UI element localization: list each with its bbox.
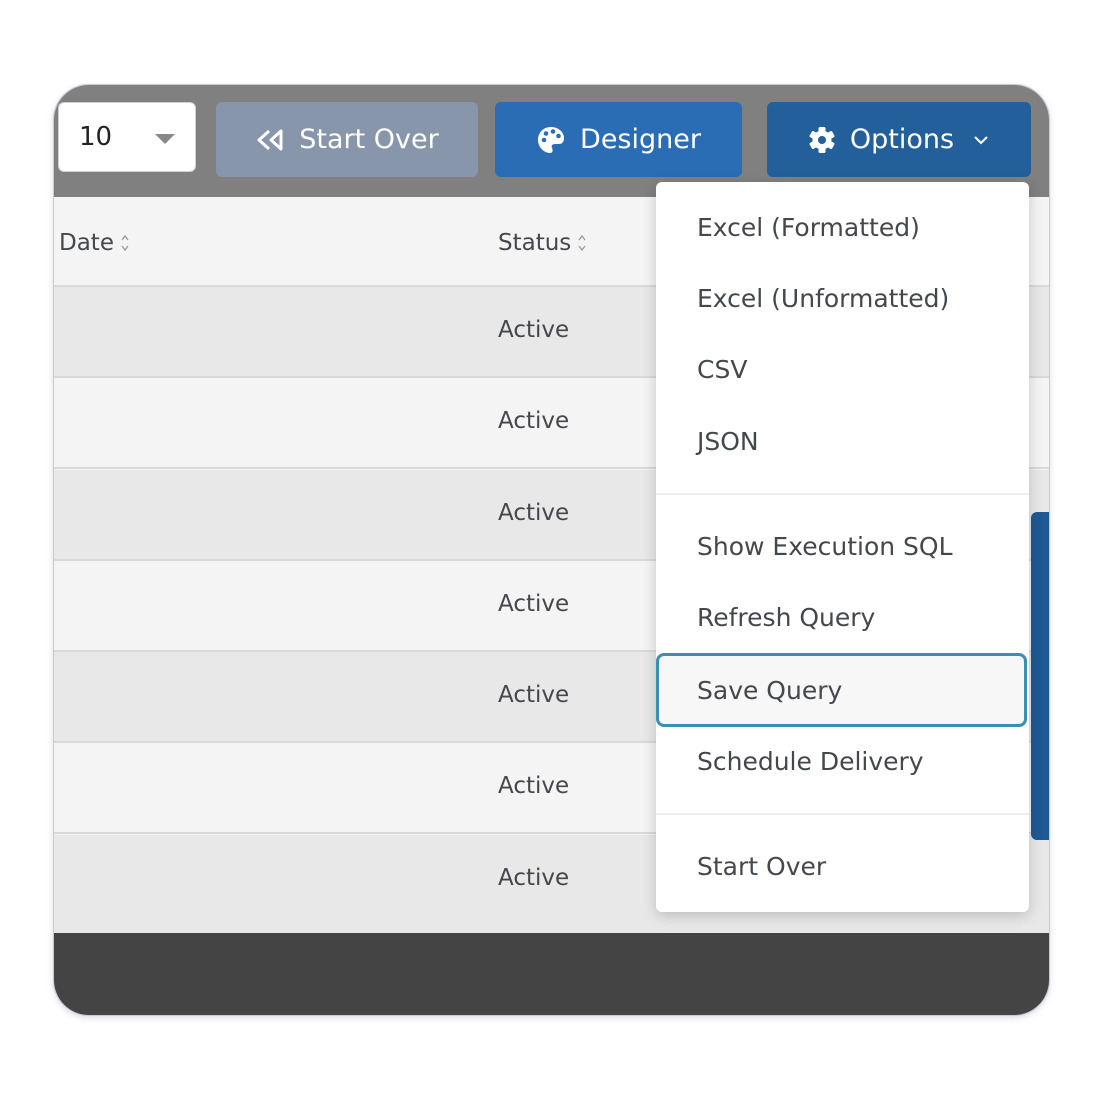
start-over-label: Start Over	[299, 124, 439, 155]
menu-divider	[656, 813, 1029, 815]
status-cell: Active	[498, 500, 570, 526]
designer-label: Designer	[580, 124, 701, 155]
menu-item-excel-unformatted[interactable]: Excel (Unformatted)	[656, 263, 1029, 334]
menu-item-start-over[interactable]: Start Over	[656, 831, 1029, 902]
status-cell: Active	[498, 317, 570, 343]
menu-item-save-query[interactable]: Save Query	[656, 653, 1027, 727]
options-menu: Excel (Formatted) Excel (Unformatted) CS…	[656, 182, 1029, 912]
menu-item-show-execution-sql[interactable]: Show Execution SQL	[656, 511, 1029, 582]
start-over-button[interactable]: Start Over	[216, 102, 478, 177]
column-header-date[interactable]: Date	[59, 230, 130, 256]
chevron-down-icon	[974, 135, 988, 144]
sort-icon	[578, 234, 586, 252]
sort-icon	[121, 234, 129, 252]
status-cell: Active	[498, 591, 570, 617]
toolbar: 10 Start Over Designer Options	[54, 85, 1049, 197]
caret-down-icon	[155, 134, 175, 144]
menu-item-csv[interactable]: CSV	[656, 334, 1029, 405]
status-cell: Active	[498, 773, 570, 799]
status-cell: Active	[498, 682, 570, 708]
backward-icon	[257, 129, 283, 150]
page-size-value: 10	[79, 122, 113, 152]
status-cell: Active	[498, 865, 570, 891]
menu-item-refresh-query[interactable]: Refresh Query	[656, 582, 1029, 653]
side-panel-tab[interactable]	[1031, 512, 1049, 840]
options-label: Options	[849, 124, 955, 155]
menu-item-schedule-delivery[interactable]: Schedule Delivery	[656, 726, 1029, 797]
menu-item-excel-formatted[interactable]: Excel (Formatted)	[656, 192, 1029, 263]
palette-icon	[538, 126, 565, 153]
status-cell: Active	[498, 408, 570, 434]
column-header-status[interactable]: Status	[498, 230, 587, 256]
page-size-select[interactable]: 10	[58, 102, 196, 172]
menu-divider	[656, 493, 1029, 495]
options-dropdown-button[interactable]: Options	[767, 102, 1031, 177]
menu-item-json[interactable]: JSON	[656, 406, 1029, 477]
designer-button[interactable]: Designer	[495, 102, 742, 177]
table-footer	[54, 933, 1049, 1015]
gear-icon	[809, 126, 835, 153]
